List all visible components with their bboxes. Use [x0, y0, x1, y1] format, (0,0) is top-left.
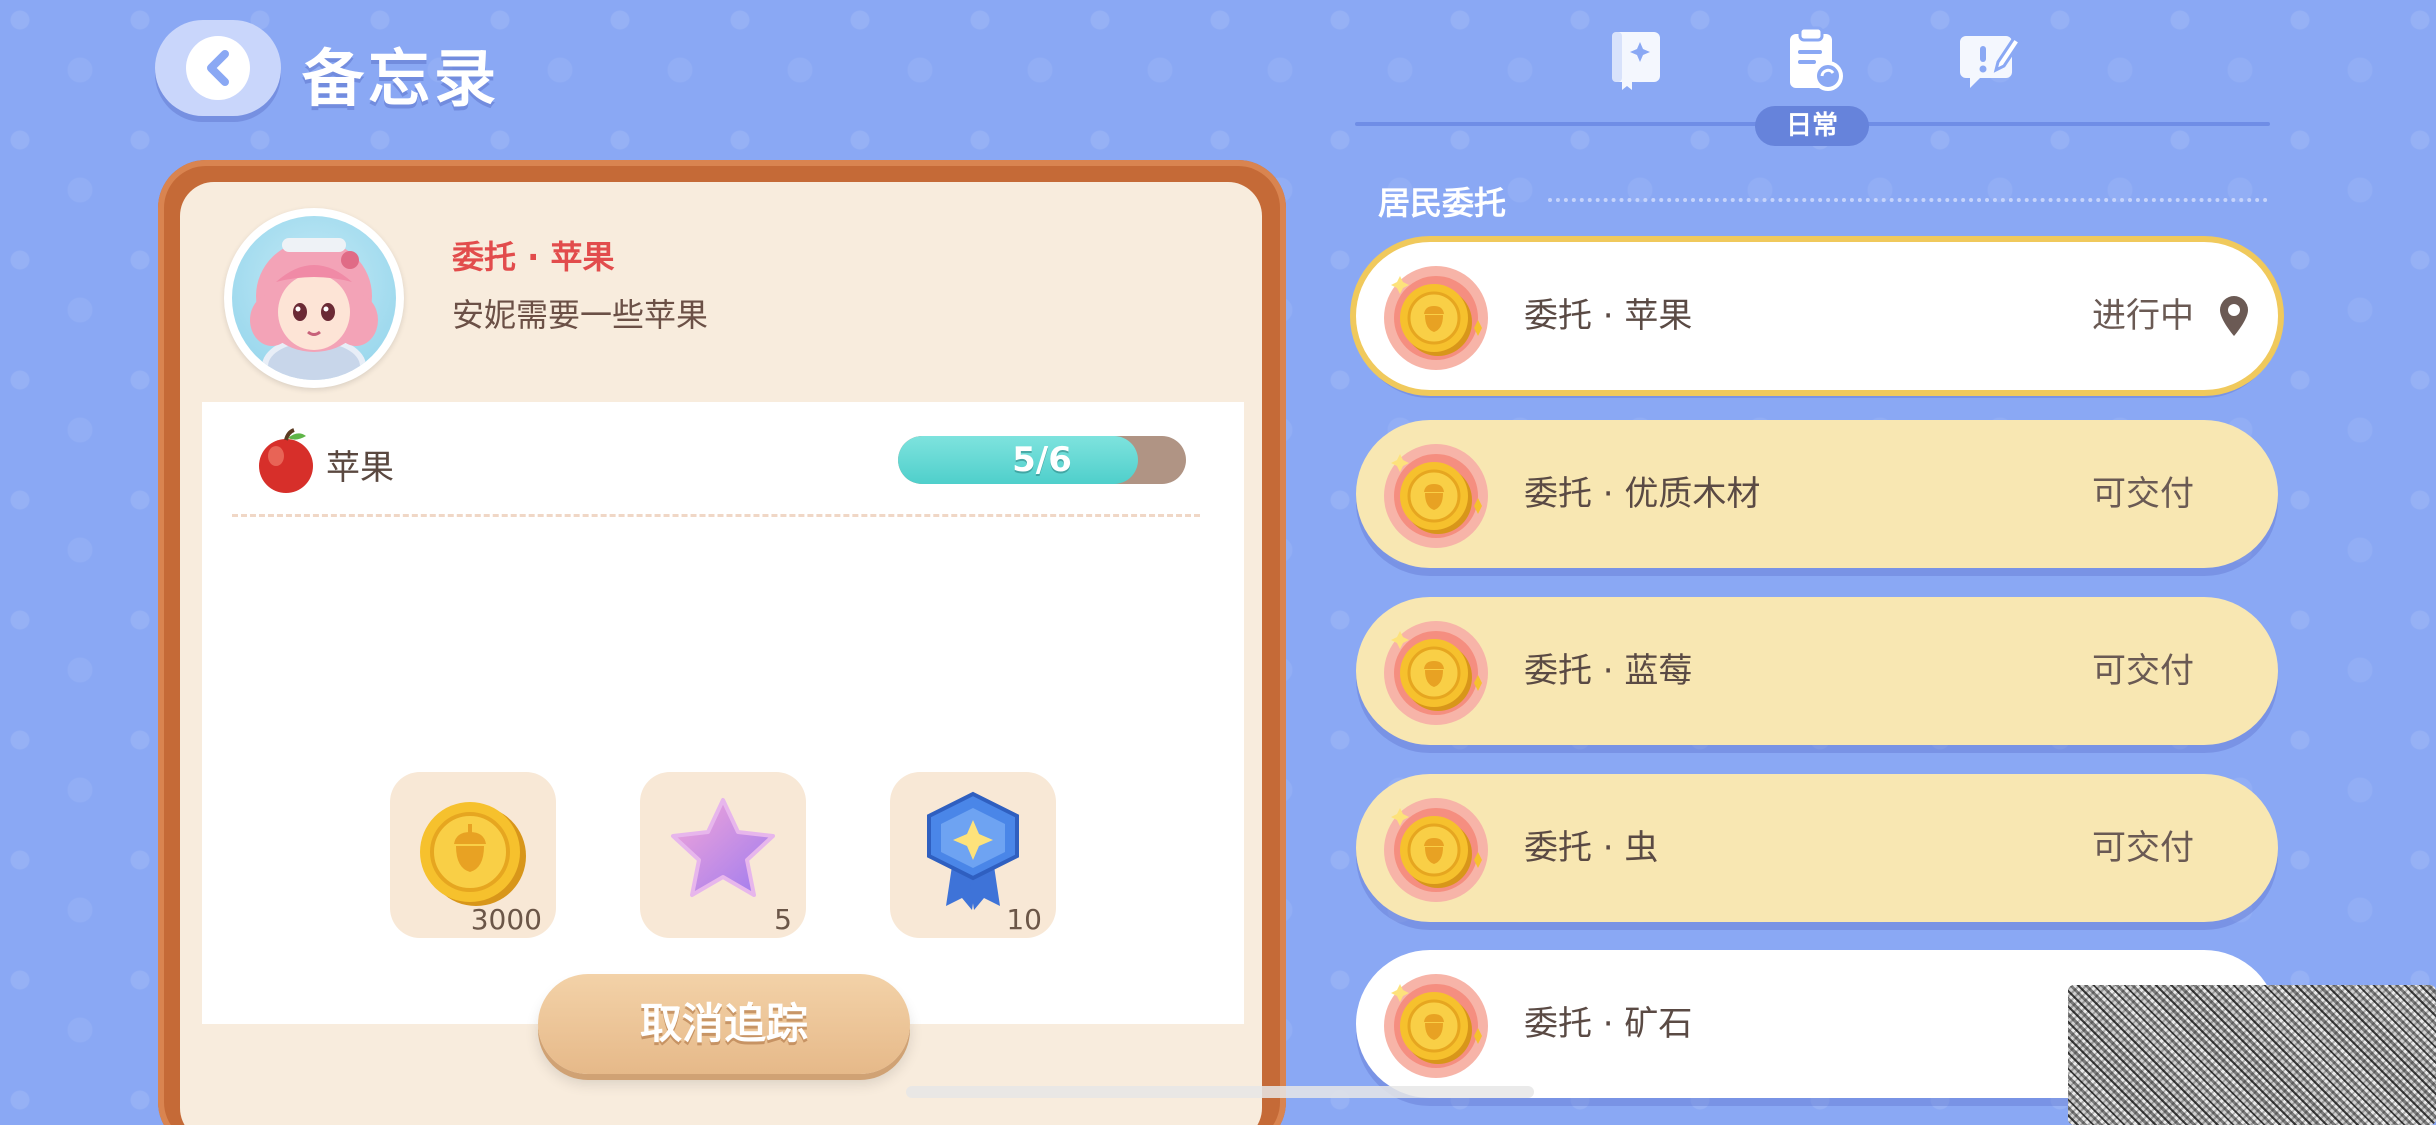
quest-list-item-blueberry[interactable]: 委托 · 蓝莓 可交付: [1356, 597, 2278, 745]
quest-status: 可交付: [2092, 828, 2194, 868]
note-pen-icon[interactable]: [1954, 24, 2024, 94]
quest-status: 进行中: [2092, 296, 2194, 336]
acorn-coin-icon: [1382, 796, 1490, 904]
quest-name: 委托 · 矿石: [1524, 1004, 1693, 1044]
obscured-overlay: [2068, 985, 2436, 1125]
reward-count: 3000: [470, 903, 542, 936]
tab-daily[interactable]: 日常: [1755, 106, 1869, 146]
acorn-coin-icon: [1382, 972, 1490, 1080]
apple-icon: [250, 424, 322, 496]
quest-list-item-wood[interactable]: 委托 · 优质木材 可交付: [1356, 420, 2278, 568]
quest-status: 可交付: [2092, 474, 2194, 514]
reward-badge[interactable]: 10: [890, 772, 1056, 938]
reward-count: 10: [1006, 903, 1042, 936]
requirement-progress-bar: 5/6: [898, 436, 1186, 484]
quest-name: 委托 · 苹果: [1524, 296, 1693, 336]
back-button[interactable]: [155, 20, 281, 116]
quest-title: 委托 · 苹果: [452, 238, 615, 276]
quest-description: 安妮需要一些苹果: [452, 296, 709, 334]
quest-name: 委托 · 蓝莓: [1524, 651, 1693, 691]
quest-list-item-bug[interactable]: 委托 · 虫 可交付: [1356, 774, 2278, 922]
location-pin-icon[interactable]: [2216, 294, 2252, 340]
acorn-coin-icon: [420, 802, 526, 906]
section-label: 居民委托: [1378, 184, 1507, 222]
badge-icon: [927, 791, 1019, 910]
quest-name: 委托 · 虫: [1524, 828, 1659, 868]
avatar: [224, 208, 404, 388]
acorn-coin-icon: [1382, 264, 1490, 372]
quest-list-item-apple[interactable]: 委托 · 苹果 进行中: [1356, 242, 2278, 390]
requirement-name: 苹果: [326, 448, 394, 488]
quest-name: 委托 · 优质木材: [1524, 474, 1761, 514]
book-icon[interactable]: [1602, 24, 1672, 94]
section-divider: [1548, 198, 2268, 202]
reward-coin[interactable]: 3000: [390, 772, 556, 938]
quest-status: 可交付: [2092, 651, 2194, 691]
reward-star[interactable]: 5: [640, 772, 806, 938]
reward-count: 5: [774, 903, 792, 936]
back-arrow-icon: [186, 36, 250, 100]
clipboard-refresh-icon[interactable]: [1778, 24, 1848, 94]
progress-text: 5/6: [1012, 440, 1072, 480]
npc-portrait-icon: [250, 238, 378, 380]
home-indicator[interactable]: [906, 1086, 1534, 1098]
acorn-coin-icon: [1382, 442, 1490, 550]
acorn-coin-icon: [1382, 619, 1490, 727]
cancel-tracking-button[interactable]: 取消追踪: [538, 974, 910, 1074]
page-title: 备忘录: [302, 42, 501, 115]
requirement-divider: [232, 514, 1200, 517]
star-icon: [671, 798, 775, 897]
